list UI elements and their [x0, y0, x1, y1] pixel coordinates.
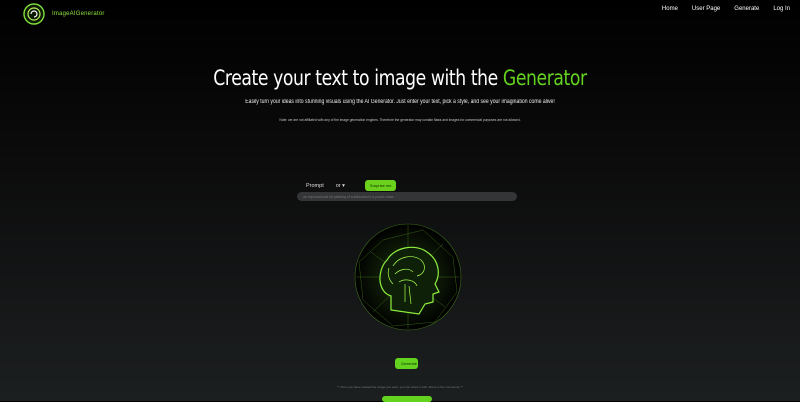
brand-logo[interactable]: ImageAIGenerator	[22, 2, 105, 26]
share-button[interactable]	[382, 396, 432, 402]
prompt-style-value: or	[335, 182, 341, 189]
page-title: Create your text to image with the Gener…	[72, 66, 728, 90]
footnote-text: ** Once you have created the image you w…	[337, 385, 463, 389]
ai-brain-illustration	[354, 223, 462, 331]
nav-log-in[interactable]: Log In	[773, 6, 790, 12]
chevron-down-icon: ▾	[342, 182, 345, 189]
page-subtitle: Easily turn your ideas into stunning vis…	[245, 99, 555, 105]
generate-button[interactable]: Generate	[395, 358, 418, 369]
nav-user-page[interactable]: User Page	[692, 6, 720, 12]
surprise-me-button[interactable]: Surprise me	[364, 180, 397, 191]
logo-icon	[23, 3, 45, 25]
prompt-style-select[interactable]: or ▾	[336, 183, 345, 189]
page-title-accent: Generator	[502, 66, 587, 90]
brand-name: ImageAIGenerator	[52, 11, 105, 17]
prompt-input[interactable]	[297, 192, 517, 201]
disclaimer-text: Note: we are not affiliated with any of …	[279, 118, 521, 122]
prompt-row: Prompt or ▾ Surprise me	[306, 180, 397, 191]
page-title-prefix: Create your text to image with the	[213, 66, 503, 90]
nav-generate[interactable]: Generate	[734, 6, 759, 12]
top-nav: Home User Page Generate Log In	[662, 6, 790, 12]
prompt-label: Prompt	[306, 182, 324, 189]
nav-home[interactable]: Home	[662, 6, 678, 12]
